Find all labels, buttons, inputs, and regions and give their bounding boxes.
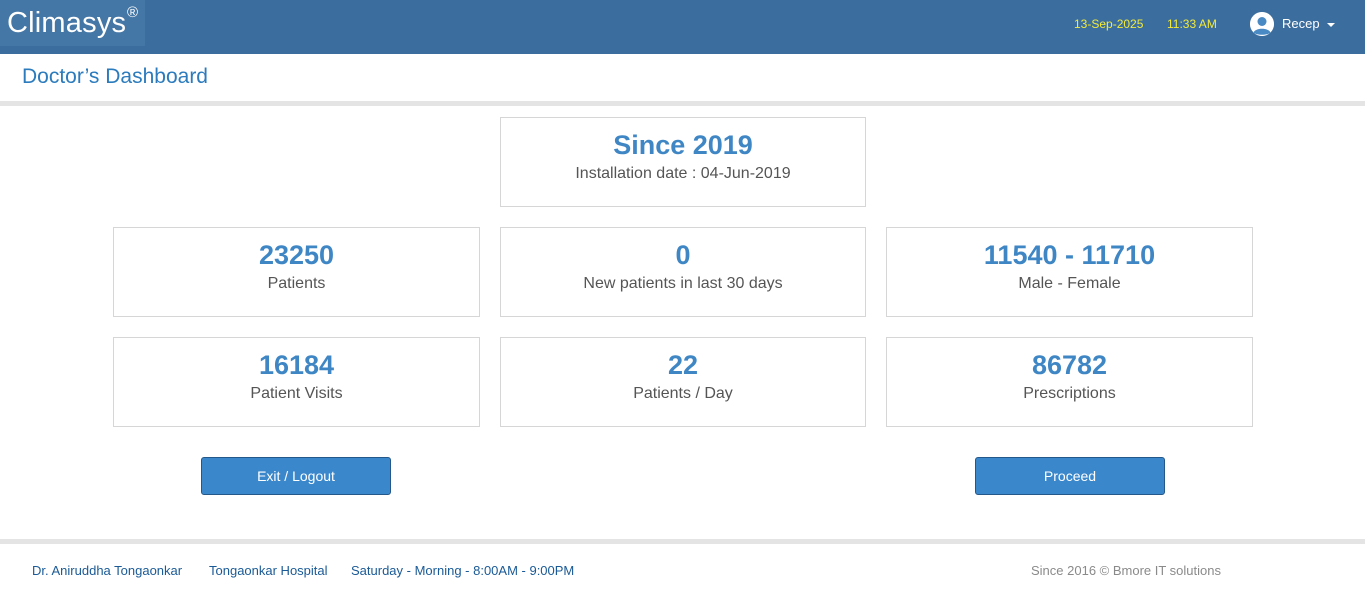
per-day-label: Patients / Day [633,385,733,402]
footer-divider [0,539,1365,544]
gender-value: 11540 - 11710 [983,240,1156,270]
prescriptions-label: Prescriptions [1023,385,1116,402]
proceed-button[interactable]: Proceed [975,457,1165,495]
header-divider [0,101,1365,106]
current-time: 11:33 AM [1167,17,1217,31]
user-avatar-icon [1250,12,1274,36]
per-day-value: 22 [667,350,699,380]
footer-copyright: Since 2016 © Bmore IT solutions [1031,563,1221,578]
current-date: 13-Sep-2025 [1074,17,1144,31]
gender-label: Male - Female [1018,275,1121,292]
brand-logo[interactable]: Climasys ® [0,0,145,46]
patients-card: 23250 Patients [113,227,480,317]
caret-down-icon [1327,23,1335,27]
visits-value: 16184 [258,350,335,380]
top-bar: Climasys ® 13-Sep-2025 11:33 AM Recep [0,0,1365,54]
since-value: Since 2019 [613,130,753,160]
new-patients-card: 0 New patients in last 30 days [500,227,866,317]
new-patients-value: 0 [675,240,691,270]
visits-label: Patient Visits [250,385,343,402]
page-title: Doctor’s Dashboard [22,65,208,88]
footer-schedule: Saturday - Morning - 8:00AM - 9:00PM [351,563,575,578]
footer-doctor-name: Dr. Aniruddha Tongaonkar [32,563,183,578]
visits-card: 16184 Patient Visits [113,337,480,427]
patients-value: 23250 [258,240,335,270]
new-patients-label: New patients in last 30 days [583,275,783,292]
prescriptions-value: 86782 [1031,350,1108,380]
prescriptions-card: 86782 Prescriptions [886,337,1253,427]
patients-label: Patients [267,275,326,292]
footer-hospital-name: Tongaonkar Hospital [209,563,328,578]
user-menu[interactable]: Recep [1250,12,1345,38]
gender-card: 11540 - 11710 Male - Female [886,227,1253,317]
exit-logout-button[interactable]: Exit / Logout [201,457,391,495]
brand-name: Climasys [7,7,127,39]
registered-mark: ® [127,4,139,21]
installation-date: Installation date : 04-Jun-2019 [575,165,791,182]
since-card: Since 2019 Installation date : 04-Jun-20… [500,117,866,207]
per-day-card: 22 Patients / Day [500,337,866,427]
user-name: Recep [1282,16,1320,31]
